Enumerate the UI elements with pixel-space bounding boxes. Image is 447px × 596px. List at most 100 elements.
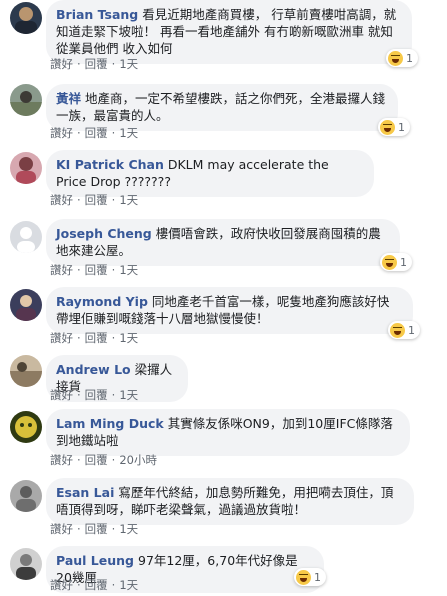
like-link[interactable]: 讚好 — [50, 453, 73, 467]
separator-dot: · — [111, 522, 116, 536]
comment-author[interactable]: Lam Ming Duck — [56, 416, 164, 431]
avatar[interactable] — [10, 152, 42, 184]
reaction-badge[interactable]: 1 — [380, 253, 412, 271]
comment-actions: 讚好 · 回覆 · 1天 — [50, 577, 138, 593]
avatar[interactable] — [10, 548, 42, 580]
haha-icon — [388, 50, 403, 66]
reply-link[interactable]: 回覆 — [85, 522, 108, 536]
like-link[interactable]: 讚好 — [50, 263, 73, 277]
avatar[interactable] — [10, 480, 42, 512]
reaction-count: 1 — [314, 570, 321, 584]
avatar[interactable] — [10, 2, 42, 34]
timestamp[interactable]: 1天 — [119, 57, 138, 71]
separator-dot: · — [77, 522, 81, 536]
like-link[interactable]: 讚好 — [50, 331, 73, 345]
haha-icon — [390, 322, 405, 338]
reply-link[interactable]: 回覆 — [85, 453, 108, 467]
separator-dot: · — [111, 126, 116, 140]
reply-link[interactable]: 回覆 — [85, 388, 108, 402]
comment-bubble: Raymond Yip 同地產老千首富一樣，呢隻地產狗應該好快帶埋佢賺到嘅錢落十八… — [46, 287, 413, 334]
comment-actions: 讚好 · 回覆 · 1天 — [50, 262, 138, 278]
separator-dot: · — [111, 453, 116, 467]
comment-bubble: KI Patrick Chan DKLM may accelerate the P… — [46, 150, 374, 197]
comment-bubble: 黃祥 地產商，一定不希望樓跌，話之你們死，全港最攞人錢一族，最富貴的人。 — [46, 84, 398, 131]
reply-link[interactable]: 回覆 — [85, 331, 108, 345]
timestamp[interactable]: 1天 — [119, 522, 138, 536]
separator-dot: · — [77, 193, 81, 207]
separator-dot: · — [111, 193, 116, 207]
separator-dot: · — [77, 57, 81, 71]
avatar-image — [10, 221, 42, 253]
comment-actions: 讚好 · 回覆 · 1天 — [50, 521, 138, 537]
reaction-badge[interactable]: 1 — [378, 118, 410, 136]
avatar[interactable] — [10, 84, 42, 116]
reply-link[interactable]: 回覆 — [85, 193, 108, 207]
comment-actions: 讚好 · 回覆 · 1天 — [50, 125, 138, 141]
like-link[interactable]: 讚好 — [50, 388, 73, 402]
avatar-image — [10, 355, 42, 387]
reaction-badge[interactable]: 1 — [294, 568, 326, 586]
avatar-image — [10, 2, 42, 34]
like-link[interactable]: 讚好 — [50, 126, 73, 140]
avatar[interactable] — [10, 411, 42, 443]
avatar[interactable] — [10, 355, 42, 387]
reaction-count: 1 — [406, 51, 413, 65]
reaction-count: 1 — [398, 120, 405, 134]
timestamp[interactable]: 1天 — [119, 263, 138, 277]
comment-author[interactable]: Joseph Cheng — [56, 226, 152, 241]
comment-actions: 讚好 · 回覆 · 1天 — [50, 56, 138, 72]
reaction-badge[interactable]: 1 — [386, 49, 418, 67]
timestamp[interactable]: 1天 — [119, 388, 138, 402]
like-link[interactable]: 讚好 — [50, 193, 73, 207]
reaction-badge[interactable]: 1 — [388, 321, 420, 339]
timestamp[interactable]: 1天 — [119, 193, 138, 207]
reply-link[interactable]: 回覆 — [85, 126, 108, 140]
separator-dot: · — [111, 331, 116, 345]
comment-text: 地產商，一定不希望樓跌，話之你們死，全港最攞人錢一族，最富貴的人。 — [56, 91, 386, 123]
avatar-image — [10, 480, 42, 512]
haha-icon — [296, 569, 311, 585]
comment-actions: 讚好 · 回覆 · 1天 — [50, 192, 138, 208]
comment-bubble: Esan Lai 寫歷年代終結，加息勢所難免，用把嗬去頂住，頂唔頂得到呀，睇吓老梁… — [46, 478, 414, 525]
comment-bubble: Joseph Cheng 樓價唔會跌，政府快收回發展商囤積的農地來建公屋。 — [46, 219, 400, 266]
comment-bubble: Brian Tsang 看見近期地產商買樓， 行草前賣樓咁高調，就知道走緊下坡啦！… — [46, 0, 412, 64]
separator-dot: · — [111, 388, 116, 402]
avatar-image — [10, 289, 42, 321]
like-link[interactable]: 讚好 — [50, 522, 73, 536]
avatar-image — [10, 548, 42, 580]
comment-author[interactable]: Brian Tsang — [56, 7, 138, 22]
timestamp[interactable]: 20小時 — [119, 453, 157, 467]
comment-author[interactable]: KI Patrick Chan — [56, 157, 164, 172]
avatar-image — [10, 411, 42, 443]
comment-actions: 讚好 · 回覆 · 20小時 — [50, 452, 157, 468]
like-link[interactable]: 讚好 — [50, 578, 73, 592]
reaction-count: 1 — [400, 255, 407, 269]
comment-actions: 讚好 · 回覆 · 1天 — [50, 387, 138, 403]
separator-dot: · — [77, 331, 81, 345]
separator-dot: · — [77, 388, 81, 402]
separator-dot: · — [77, 453, 81, 467]
reaction-count: 1 — [408, 323, 415, 337]
comment-author[interactable]: Raymond Yip — [56, 294, 148, 309]
comment-author[interactable]: Paul Leung — [56, 553, 134, 568]
avatar[interactable] — [10, 221, 42, 253]
comment-author[interactable]: Esan Lai — [56, 485, 114, 500]
reply-link[interactable]: 回覆 — [85, 578, 108, 592]
separator-dot: · — [77, 263, 81, 277]
comment-author[interactable]: Andrew Lo — [56, 362, 131, 377]
timestamp[interactable]: 1天 — [119, 126, 138, 140]
separator-dot: · — [111, 57, 116, 71]
comment-actions: 讚好 · 回覆 · 1天 — [50, 330, 138, 346]
timestamp[interactable]: 1天 — [119, 578, 138, 592]
haha-icon — [380, 119, 395, 135]
reply-link[interactable]: 回覆 — [85, 57, 108, 71]
avatar[interactable] — [10, 289, 42, 321]
like-link[interactable]: 讚好 — [50, 57, 73, 71]
haha-icon — [382, 254, 397, 270]
avatar-image — [10, 152, 42, 184]
comment-author[interactable]: 黃祥 — [56, 91, 81, 106]
timestamp[interactable]: 1天 — [119, 331, 138, 345]
comment-bubble: Lam Ming Duck 其實條友係咪ON9，加到10厘IFC條隊落到地鐵站啦 — [46, 409, 410, 456]
separator-dot: · — [77, 126, 81, 140]
reply-link[interactable]: 回覆 — [85, 263, 108, 277]
